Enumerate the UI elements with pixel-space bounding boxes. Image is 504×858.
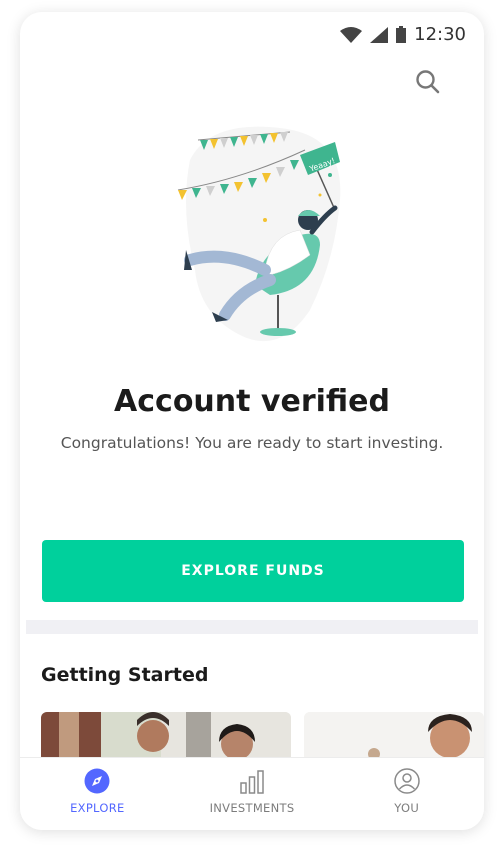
nav-investments[interactable]: INVESTMENTS bbox=[175, 758, 330, 830]
signal-icon bbox=[370, 26, 389, 43]
section-divider bbox=[26, 620, 478, 634]
card-image bbox=[304, 712, 484, 762]
battery-icon bbox=[396, 26, 407, 43]
status-time: 12:30 bbox=[414, 24, 466, 45]
page-subtitle: Congratulations! You are ready to start … bbox=[60, 434, 444, 452]
bottom-nav: EXPLORE INVESTMENTS YOU bbox=[20, 757, 484, 830]
explore-funds-button[interactable]: EXPLORE FUNDS bbox=[42, 540, 464, 602]
page-title: Account verified bbox=[114, 384, 390, 419]
getting-started-card-2[interactable] bbox=[304, 712, 484, 762]
wifi-icon bbox=[340, 26, 363, 43]
search-icon[interactable] bbox=[415, 69, 441, 95]
getting-started-card-1[interactable] bbox=[41, 712, 291, 762]
getting-started-title: Getting Started bbox=[41, 664, 209, 686]
card-image bbox=[41, 712, 291, 762]
celebration-illustration: Yeaay! bbox=[177, 126, 341, 342]
nav-you[interactable]: YOU bbox=[329, 758, 484, 830]
nav-investments-label: INVESTMENTS bbox=[209, 801, 295, 815]
nav-explore-label: EXPLORE bbox=[70, 801, 125, 815]
compass-icon bbox=[84, 768, 110, 794]
user-icon bbox=[393, 768, 420, 794]
status-bar: 12:30 bbox=[20, 12, 484, 60]
status-icons: 12:30 bbox=[340, 24, 466, 45]
nav-explore[interactable]: EXPLORE bbox=[20, 758, 175, 830]
nav-you-label: YOU bbox=[394, 801, 420, 815]
phone-screen: 12:30 Yeaay! Account verified Congratula… bbox=[20, 12, 484, 830]
bar-chart-icon bbox=[240, 770, 264, 794]
